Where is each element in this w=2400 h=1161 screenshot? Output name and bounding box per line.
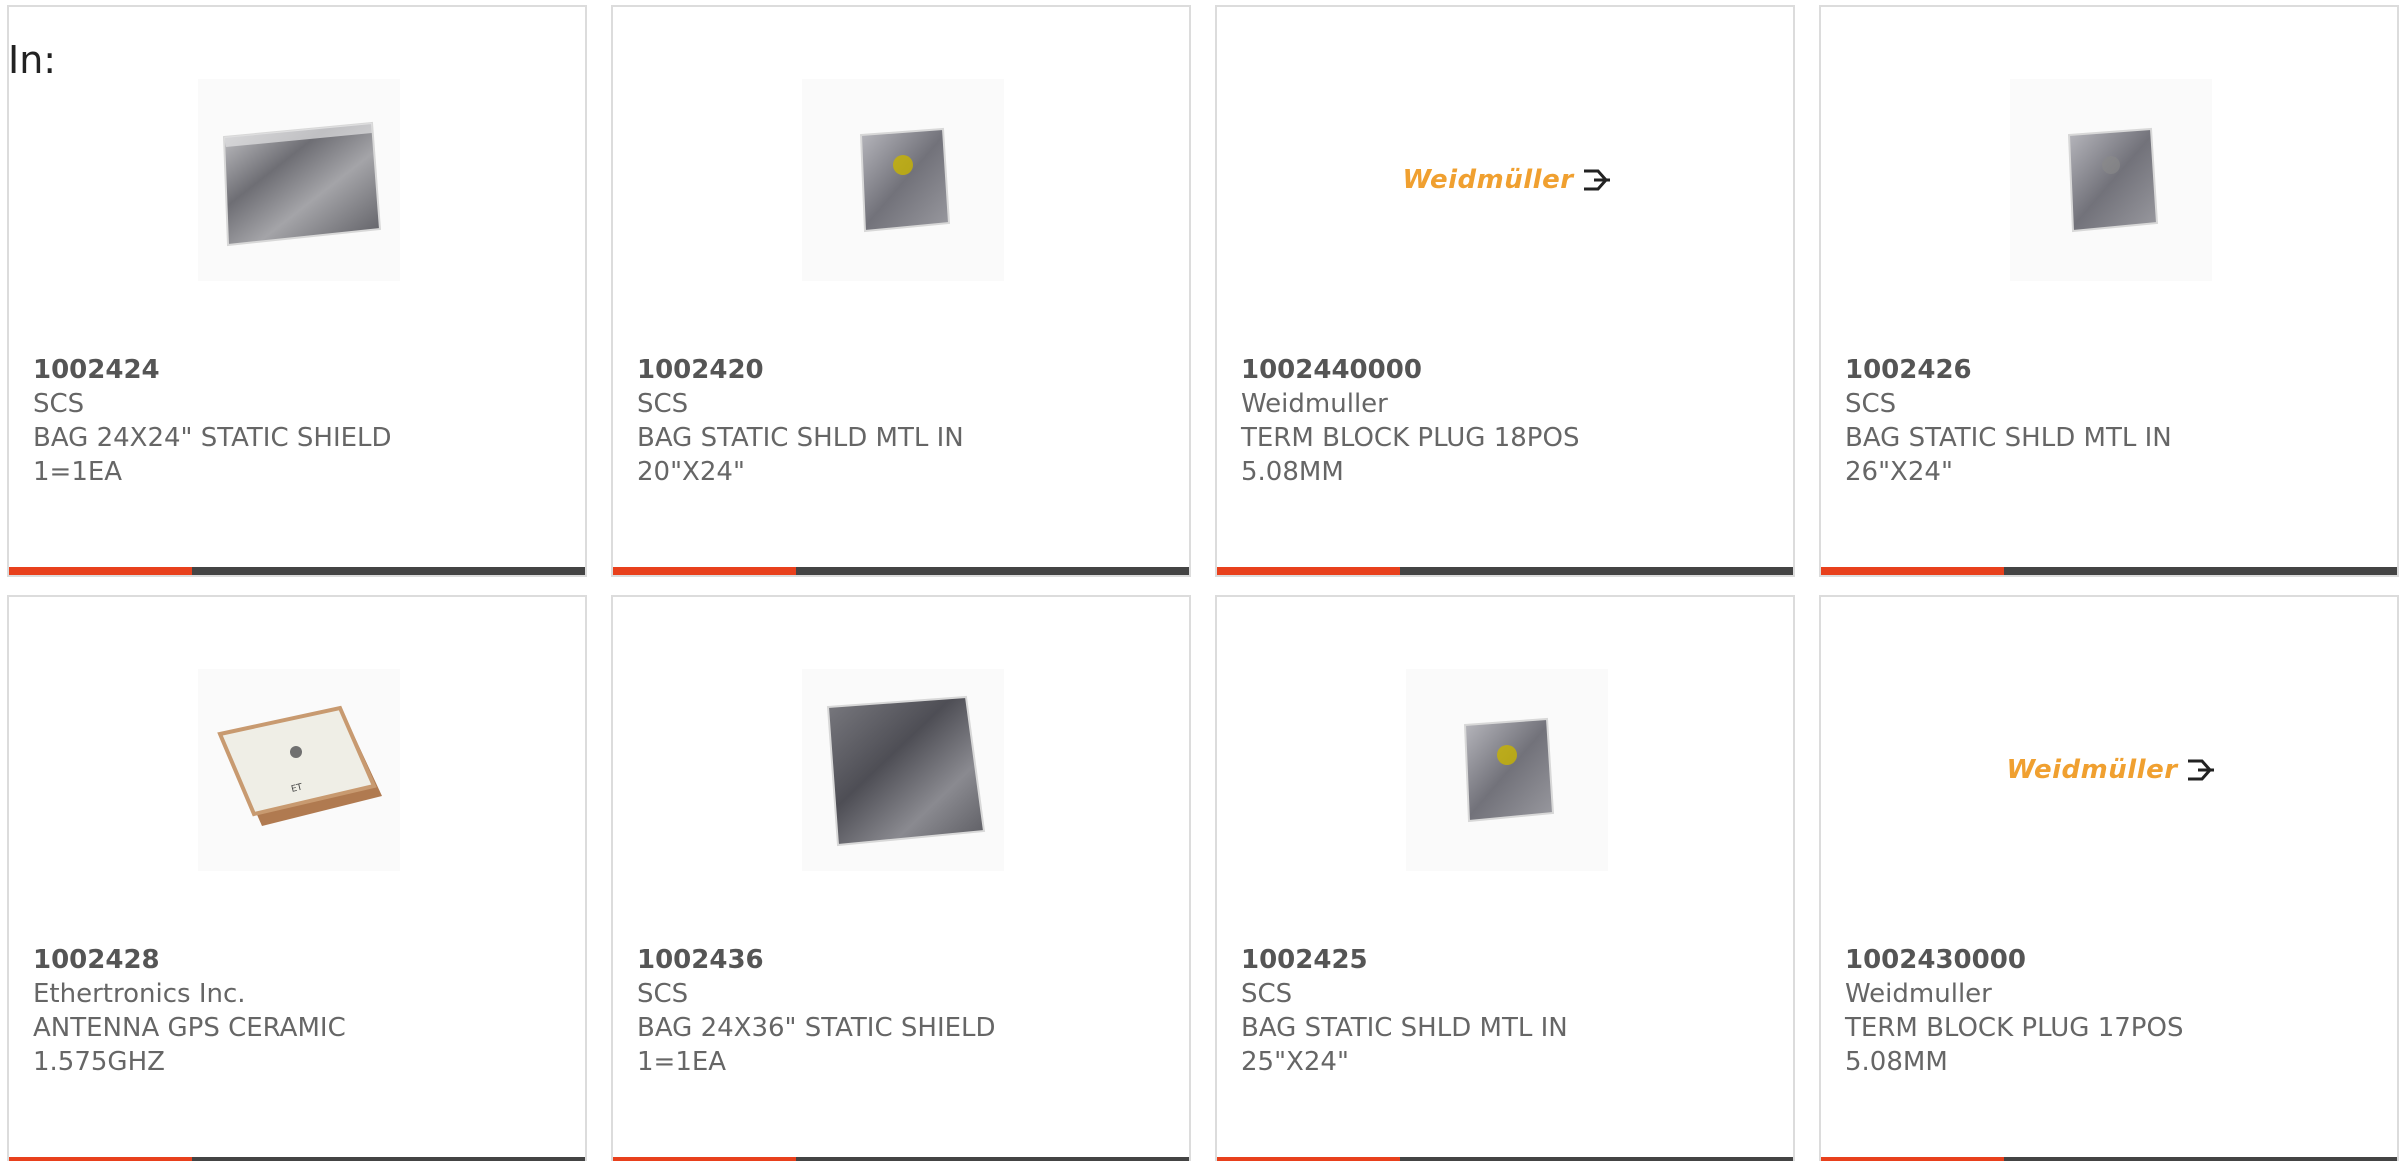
manufacturer: Weidmuller bbox=[1241, 389, 1388, 419]
part-number[interactable]: 1002420 bbox=[637, 353, 1169, 387]
description-line-2: 1=1EA bbox=[33, 457, 123, 487]
product-grid: 1002424 SCS BAG 24X24" STATIC SHIELD 1=1… bbox=[0, 0, 2400, 1161]
product-image bbox=[198, 79, 400, 281]
in-label: In: bbox=[8, 38, 57, 82]
product-card[interactable]: 1002424 SCS BAG 24X24" STATIC SHIELD 1=1… bbox=[7, 5, 587, 577]
description-line-1: BAG 24X36" STATIC SHIELD bbox=[637, 1013, 996, 1043]
product-grid-page: In: 1002424 SCS BAG 24X24" STATIC SHIELD… bbox=[0, 0, 2400, 1161]
logo-text: Weidmüller bbox=[1402, 165, 1574, 195]
description-line-1: TERM BLOCK PLUG 17POS bbox=[1845, 1013, 2184, 1043]
part-number[interactable]: 1002425 bbox=[1241, 943, 1773, 977]
logo-text: Weidmüller bbox=[2006, 755, 2178, 785]
part-number[interactable]: 1002426 bbox=[1845, 353, 2377, 387]
description-line-2: 26"X24" bbox=[1845, 457, 1953, 487]
weidmuller-logo: Weidmüller bbox=[2006, 755, 2215, 785]
description-line-2: 20"X24" bbox=[637, 457, 745, 487]
manufacturer: SCS bbox=[33, 389, 85, 419]
manufacturer: SCS bbox=[637, 979, 689, 1009]
product-card[interactable]: 1002426 SCS BAG STATIC SHLD MTL IN 26"X2… bbox=[1819, 5, 2399, 577]
description-line-1: ANTENNA GPS CERAMIC bbox=[33, 1013, 346, 1043]
weidmuller-symbol-icon bbox=[2187, 759, 2214, 781]
product-image bbox=[802, 79, 1004, 281]
card-bar-accent bbox=[613, 1157, 796, 1161]
product-image bbox=[1406, 669, 1608, 871]
manufacturer: Weidmuller bbox=[1845, 979, 1992, 1009]
description-line-1: BAG STATIC SHLD MTL IN bbox=[637, 423, 964, 453]
card-bar bbox=[1217, 1157, 1793, 1161]
card-bar bbox=[9, 567, 585, 575]
card-bar-accent bbox=[1821, 1157, 2004, 1161]
part-number[interactable]: 1002430000 bbox=[1845, 943, 2377, 977]
product-card[interactable]: Weidmüller 1002430000 Weidmuller TERM BL… bbox=[1819, 595, 2399, 1161]
part-number[interactable]: 1002440000 bbox=[1241, 353, 1773, 387]
manufacturer: SCS bbox=[1241, 979, 1293, 1009]
product-image bbox=[2010, 79, 2212, 281]
card-bar-accent bbox=[9, 567, 192, 575]
product-card[interactable]: 1002425 SCS BAG STATIC SHLD MTL IN 25"X2… bbox=[1215, 595, 1795, 1161]
description-line-2: 5.08MM bbox=[1241, 457, 1344, 487]
card-bar bbox=[1217, 567, 1793, 575]
product-image bbox=[802, 669, 1004, 871]
card-bar bbox=[613, 1157, 1189, 1161]
description-line-2: 25"X24" bbox=[1241, 1047, 1349, 1077]
weidmuller-logo: Weidmüller bbox=[1402, 165, 1611, 195]
description-line-1: BAG 24X24" STATIC SHIELD bbox=[33, 423, 392, 453]
ceramic-antenna-icon: ET bbox=[217, 705, 382, 826]
card-bar bbox=[613, 567, 1189, 575]
static-bag-large-icon bbox=[222, 121, 382, 247]
description-line-1: BAG STATIC SHLD MTL IN bbox=[1241, 1013, 1568, 1043]
static-bag-small-icon bbox=[2067, 127, 2159, 233]
product-image: Weidmüller bbox=[1357, 79, 1657, 281]
static-bag-small-icon bbox=[859, 127, 951, 233]
description-line-2: 5.08MM bbox=[1845, 1047, 1948, 1077]
product-card[interactable]: ET 1002428 Ethertronics Inc. ANTENNA GPS… bbox=[7, 595, 587, 1161]
product-image: Weidmüller bbox=[1961, 669, 2261, 871]
description-line-1: TERM BLOCK PLUG 18POS bbox=[1241, 423, 1580, 453]
product-card[interactable]: 1002420 SCS BAG STATIC SHLD MTL IN 20"X2… bbox=[611, 5, 1191, 577]
part-number[interactable]: 1002428 bbox=[33, 943, 565, 977]
product-card[interactable]: Weidmüller 1002440000 Weidmuller TERM BL… bbox=[1215, 5, 1795, 577]
part-number[interactable]: 1002424 bbox=[33, 353, 565, 387]
card-bar-accent bbox=[1821, 567, 2004, 575]
weidmuller-symbol-icon bbox=[1583, 169, 1610, 191]
static-bag-large-icon bbox=[826, 695, 986, 847]
card-bar-accent bbox=[9, 1157, 192, 1161]
part-number[interactable]: 1002436 bbox=[637, 943, 1169, 977]
description-line-2: 1=1EA bbox=[637, 1047, 727, 1077]
description-line-1: BAG STATIC SHLD MTL IN bbox=[1845, 423, 2172, 453]
card-bar bbox=[1821, 567, 2397, 575]
card-bar-accent bbox=[613, 567, 796, 575]
description-line-2: 1.575GHZ bbox=[33, 1047, 165, 1077]
manufacturer: SCS bbox=[637, 389, 689, 419]
card-bar-accent bbox=[1217, 1157, 1400, 1161]
manufacturer: SCS bbox=[1845, 389, 1897, 419]
product-image: ET bbox=[198, 669, 400, 871]
product-card[interactable]: 1002436 SCS BAG 24X36" STATIC SHIELD 1=1… bbox=[611, 595, 1191, 1161]
card-bar bbox=[1821, 1157, 2397, 1161]
static-bag-small-icon bbox=[1463, 717, 1555, 823]
card-bar bbox=[9, 1157, 585, 1161]
manufacturer: Ethertronics Inc. bbox=[33, 979, 246, 1009]
card-bar-accent bbox=[1217, 567, 1400, 575]
